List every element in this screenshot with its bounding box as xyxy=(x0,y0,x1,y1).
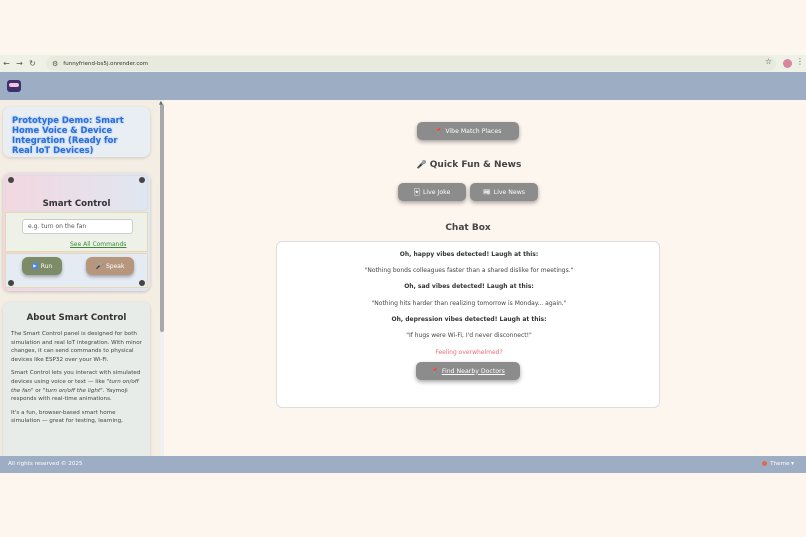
bookmark-star-icon[interactable]: ☆ xyxy=(765,57,772,66)
about-title: About Smart Control xyxy=(26,313,127,323)
smart-control-title: Smart Control xyxy=(42,199,111,209)
map-pin-icon: 📍 xyxy=(434,128,443,135)
chat-box-title: Chat Box xyxy=(445,223,491,233)
theme-selector[interactable]: Theme ▾ xyxy=(762,461,794,467)
chat-message: Oh, happy vibes detected! Laugh at this: xyxy=(399,251,539,258)
run-button[interactable]: ▶ Run xyxy=(22,257,62,275)
profile-avatar[interactable] xyxy=(783,59,792,68)
browser-toolbar: ← → ↻ ⚙ funnyfriend-bs5j.onrender.com ☆ … xyxy=(0,55,806,72)
quick-fun-heading: 🎤 Quick Fun & News xyxy=(374,160,564,170)
address-bar[interactable]: ⚙ funnyfriend-bs5j.onrender.com xyxy=(46,56,776,71)
newspaper-icon: 📰 xyxy=(482,189,491,196)
theme-icon xyxy=(762,461,768,466)
live-news-button[interactable]: 📰 Live News xyxy=(470,183,538,201)
footer: All rights reserved © 2025 Theme ▾ xyxy=(0,456,806,473)
forward-icon[interactable]: → xyxy=(13,59,26,68)
chat-message: "Nothing hits harder than realizing tomo… xyxy=(371,300,567,307)
url-text: funnyfriend-bs5j.onrender.com xyxy=(63,60,149,67)
about-paragraph-3: It's a fun, browser-based smart home sim… xyxy=(11,409,123,425)
control-buttons: ▶ Run 🎤 Speak xyxy=(5,253,148,288)
vibe-match-label: Vibe Match Places xyxy=(445,127,502,135)
about-paragraph-1: The Smart Control panel is designed for … xyxy=(11,331,142,363)
chat-message: "Nothing bonds colleagues faster than a … xyxy=(364,267,574,274)
microphone-icon: 🎤 xyxy=(95,262,103,270)
about-paragraph-2: Smart Control lets you interact with sim… xyxy=(11,370,141,403)
back-icon[interactable]: ← xyxy=(0,59,13,68)
theme-label: Theme xyxy=(770,461,790,467)
project-title: Prototype Demo: Smart Home Voice & Devic… xyxy=(12,115,124,155)
site-settings-icon[interactable]: ⚙ xyxy=(52,60,58,68)
live-news-label: Live News xyxy=(493,188,526,196)
command-area: See All Commands xyxy=(5,212,148,252)
joke-icon: 🃏 xyxy=(413,188,420,196)
map-pin-icon: 📍 xyxy=(431,368,439,375)
find-nearby-doctors-button[interactable]: 📍 Find Nearby Doctors xyxy=(416,362,520,380)
chat-message: "If hugs were Wi-Fi, I'd never disconnec… xyxy=(406,332,532,339)
sidebar: Prototype Demo: Smart Home Voice & Devic… xyxy=(0,100,160,456)
project-title-card: Prototype Demo: Smart Home Voice & Devic… xyxy=(3,107,150,157)
browser-menu-icon[interactable]: ⋮ xyxy=(796,57,804,66)
screw-icon xyxy=(8,280,14,286)
about-card: About Smart Control The Smart Control pa… xyxy=(3,302,150,456)
chat-message: Oh, sad vibes detected! Laugh at this: xyxy=(404,283,534,290)
chat-message: Oh, depression vibes detected! Laugh at … xyxy=(391,316,547,323)
screw-icon xyxy=(139,177,145,183)
scroll-up-icon[interactable]: ▲ xyxy=(159,100,163,106)
live-joke-label: Live Joke xyxy=(422,188,451,196)
run-label: Run xyxy=(40,262,53,270)
copyright-text: All rights reserved © 2025 xyxy=(8,461,83,467)
live-joke-button[interactable]: 🃏 Live Joke xyxy=(398,183,466,201)
app-header xyxy=(0,72,806,100)
page-top-blank xyxy=(0,0,806,55)
find-doctors-label: Find Nearby Doctors xyxy=(441,367,505,375)
screw-icon xyxy=(139,280,145,286)
speak-label: Speak xyxy=(106,262,125,270)
see-all-commands-link[interactable]: See All Commands xyxy=(70,241,126,248)
overwhelmed-prompt: Feeling overwhelmed? xyxy=(435,349,503,356)
command-input[interactable] xyxy=(22,219,133,234)
quick-fun-title: Quick Fun & News xyxy=(429,160,522,170)
microphone-icon: 🎤 xyxy=(416,160,427,169)
play-icon: ▶ xyxy=(31,263,38,269)
vibe-match-places-button[interactable]: 📍 Vibe Match Places xyxy=(417,122,519,140)
smart-control-panel: Smart Control See All Commands ▶ Run 🎤 S… xyxy=(3,173,150,291)
main-content: 📍 Vibe Match Places 🎤 Quick Fun & News 🃏… xyxy=(164,100,806,456)
speak-button[interactable]: 🎤 Speak xyxy=(86,257,134,275)
app-logo-icon[interactable] xyxy=(7,80,21,92)
screw-icon xyxy=(8,177,14,183)
chat-box: Oh, happy vibes detected! Laugh at this:… xyxy=(276,241,660,408)
reload-icon[interactable]: ↻ xyxy=(26,59,39,68)
